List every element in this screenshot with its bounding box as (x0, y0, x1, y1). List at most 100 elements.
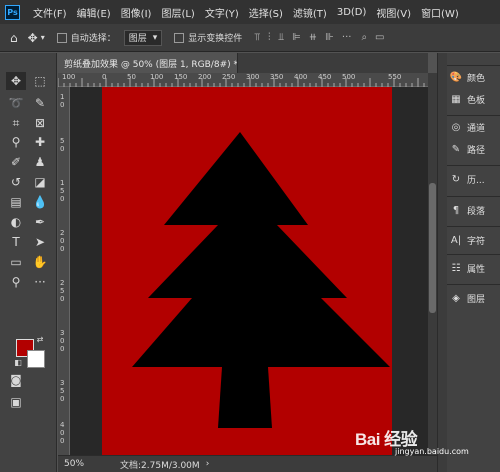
gradient-tool-icon[interactable]: ▤ (6, 193, 26, 211)
marquee-tool-icon[interactable]: ⬚ (30, 72, 50, 90)
hand-tool-icon[interactable]: ✋ (30, 253, 50, 271)
crop-tool-icon[interactable]: ⌗ (6, 114, 26, 132)
pen-tool-icon[interactable]: ✒ (30, 213, 50, 231)
menu-type[interactable]: 文字(Y) (205, 5, 239, 20)
panel-dock: 🎨 颜色 ▦ 色板 ◎ 通道 ✎ 路径 ↻ 历... ¶ 段落 A| 字符 ☷ … (447, 53, 500, 472)
menu-filter[interactable]: 滤镜(T) (293, 5, 327, 20)
panel-label: 通道 (467, 123, 486, 134)
dock-group-color: 🎨 颜色 ▦ 色板 (447, 65, 500, 110)
ruler-label: 350 (270, 73, 284, 81)
ruler-label: 100 (150, 73, 164, 81)
path-select-tool-icon[interactable]: ➤ (30, 233, 50, 251)
ruler-label: 450 (318, 73, 332, 81)
menu-3d[interactable]: 3D(D) (337, 7, 367, 18)
panel-history[interactable]: ↻ 历... (447, 166, 500, 192)
christmas-tree-shape[interactable] (102, 87, 392, 455)
palette-icon: 🎨 (449, 71, 463, 83)
panel-label: 图层 (467, 294, 486, 305)
frame-tool-icon[interactable]: ⊠ (30, 114, 50, 132)
chevron-down-icon[interactable]: ▾ (41, 33, 45, 42)
dodge-tool-icon[interactable]: ◐ (6, 213, 26, 231)
blur-tool-icon[interactable]: 💧 (30, 193, 50, 211)
quick-mask-icon[interactable]: ◙ (6, 371, 26, 389)
align-right-icon[interactable]: ⊪ (325, 32, 334, 43)
vertical-scrollbar[interactable] (428, 73, 437, 455)
auto-select-checkbox[interactable] (56, 32, 67, 43)
menu-select[interactable]: 选择(S) (249, 5, 283, 20)
panel-label: 色板 (467, 95, 486, 106)
menu-layer[interactable]: 图层(L) (161, 5, 194, 20)
swap-colors-icon[interactable]: ⇄ (34, 334, 46, 344)
eyedropper-tool-icon[interactable]: ⚲ (6, 133, 26, 151)
ruler-label: 0 (60, 395, 65, 403)
panel-swatches[interactable]: ▦ 色板 (447, 88, 500, 110)
dock-group-channels: ◎ 通道 ✎ 路径 (447, 115, 500, 160)
lasso-tool-icon[interactable]: ➰ (6, 94, 26, 112)
brush-tool-icon[interactable]: ✐ (6, 153, 26, 171)
swatches-icon: ▦ (451, 93, 461, 105)
screen-mode-icon[interactable]: ▣ (6, 393, 26, 411)
document-title: 剪纸叠加效果 @ 50% (图层 1, RGB/8#) * (64, 59, 238, 70)
auto-select-dropdown[interactable]: 图层 ▾ (123, 29, 163, 46)
ruler-label: 5 (60, 137, 65, 145)
eraser-tool-icon[interactable]: ◪ (30, 173, 50, 191)
tab-strip (238, 53, 428, 73)
layers-icon: ◈ (452, 292, 460, 304)
tree-top-tier (132, 132, 390, 367)
auto-select-value: 图层 (128, 34, 147, 44)
stamp-tool-icon[interactable]: ♟ (30, 153, 50, 171)
align-vcenter-icon[interactable]: ⫶ (268, 32, 271, 43)
panel-character[interactable]: A| 字符 (447, 227, 500, 253)
zoom-level[interactable]: 50% (58, 459, 98, 469)
more-tools-icon[interactable]: ··· (30, 273, 50, 291)
panel-layers[interactable]: ◈ 图层 (447, 285, 500, 311)
shape-tool-icon[interactable]: ▭ (6, 253, 26, 271)
ruler-label: 0 (60, 437, 65, 445)
search-icon[interactable]: ⌕ (361, 32, 367, 43)
align-left-icon[interactable]: ⊫ (292, 32, 301, 43)
home-icon[interactable]: ⌂ (10, 31, 18, 45)
chevron-right-icon[interactable]: › (206, 459, 210, 469)
character-icon: A| (450, 234, 462, 246)
panel-paragraph[interactable]: ¶ 段落 (447, 197, 500, 223)
dock-collapse-strip[interactable] (437, 53, 447, 472)
panel-channels[interactable]: ◎ 通道 (447, 116, 500, 138)
align-bottom-icon[interactable]: ⫫ (278, 32, 284, 43)
quick-select-tool-icon[interactable]: ✎ (30, 94, 50, 112)
move-tool-icon[interactable]: ✥ (6, 72, 26, 90)
show-transform-checkbox[interactable] (174, 32, 185, 43)
panel-paths[interactable]: ✎ 路径 (447, 138, 500, 160)
history-brush-tool-icon[interactable]: ↺ (6, 173, 26, 191)
more-icon[interactable]: ··· (342, 32, 352, 43)
panel-label: 段落 (467, 206, 486, 217)
default-colors-icon[interactable]: ◧ (12, 357, 24, 367)
photoshop-logo[interactable]: Ps (5, 4, 20, 20)
background-color-swatch[interactable] (27, 350, 45, 368)
ruler-label: 0 (60, 295, 65, 303)
align-hcenter-icon[interactable]: ⧺ (309, 32, 317, 43)
menu-edit[interactable]: 编辑(E) (77, 5, 111, 20)
scrollbar-thumb[interactable] (429, 183, 436, 313)
type-tool-icon[interactable]: T (6, 233, 26, 251)
panel-properties[interactable]: ☷ 属性 (447, 255, 500, 281)
pasteboard[interactable] (70, 87, 428, 455)
menu-view[interactable]: 视图(V) (376, 5, 411, 20)
document-tab[interactable]: 剪纸叠加效果 @ 50% (图层 1, RGB/8#) * × (58, 53, 238, 73)
workspace-icon[interactable]: ▭ (375, 32, 384, 43)
align-top-icon[interactable]: ⫪ (254, 32, 260, 43)
panel-color[interactable]: 🎨 颜色 (447, 66, 500, 88)
menu-file[interactable]: 文件(F) (33, 5, 67, 20)
spot-heal-tool-icon[interactable]: ✚ (30, 133, 50, 151)
document-canvas[interactable] (102, 87, 392, 455)
document-size[interactable]: 文档:2.75M/3.00M (120, 458, 200, 471)
ruler-label: 1 (60, 93, 65, 101)
zoom-tool-icon[interactable]: ⚲ (6, 273, 26, 291)
menu-window[interactable]: 窗口(W) (421, 5, 459, 20)
ruler-label: 4 (60, 421, 65, 429)
move-tool-icon[interactable]: ✥ (28, 31, 38, 45)
panel-label: 路径 (467, 145, 486, 156)
ruler-label: 0 (60, 345, 65, 353)
paragraph-icon: ¶ (452, 204, 460, 216)
menu-image[interactable]: 图像(I) (121, 5, 152, 20)
options-bar: ⌂ ✥ ▾ 自动选择： 图层 ▾ 显示变换控件 ⫪ ⫶ ⫫ ⊫ ⧺ ⊪ ··· … (0, 24, 500, 52)
